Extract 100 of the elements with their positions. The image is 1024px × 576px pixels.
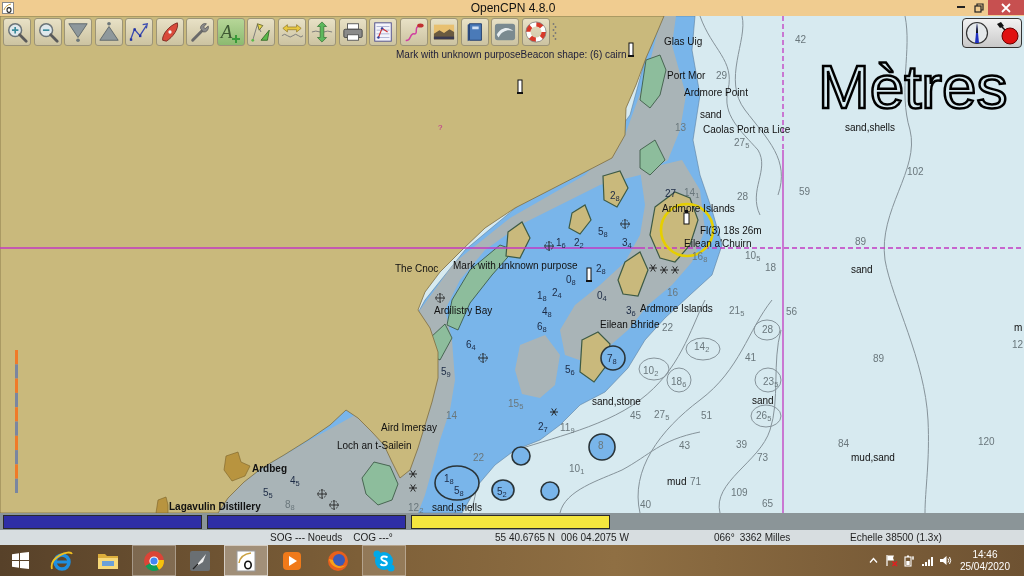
units-label: Mètres <box>818 56 1008 118</box>
depth-sounding: 0$_{4}$ <box>597 290 607 301</box>
obstruction-icon <box>316 488 328 500</box>
depth-sounding: 16 <box>667 287 679 298</box>
depth-sounding: 109 <box>731 487 748 498</box>
depth-sounding: 28 <box>762 324 774 335</box>
depth-sounding: 40 <box>640 499 652 510</box>
depth-sounding: 41 <box>745 352 757 363</box>
depth-sounding: 22 <box>473 452 485 463</box>
distance-readout: 3362 Milles <box>739 531 791 545</box>
island <box>568 204 592 235</box>
depth-sounding: 29 <box>716 70 728 81</box>
scale-out-button[interactable] <box>94 18 123 46</box>
print-button[interactable] <box>338 18 367 46</box>
sog-readout: SOG --- Noeuds <box>270 531 343 545</box>
built-up-area <box>155 496 169 513</box>
seabed-label: sand <box>700 109 722 120</box>
depth-sounding: 59 <box>799 186 811 197</box>
quill-icon <box>188 548 212 573</box>
taskbar-button[interactable] <box>362 545 406 576</box>
printer-icon <box>341 21 364 43</box>
lifebuoy-icon <box>524 21 547 43</box>
depth-sounding: 2$_{8}$ <box>596 263 606 274</box>
track-button[interactable] <box>399 18 428 46</box>
place-name: Ardilistry Bay <box>434 305 493 316</box>
depth-sounding: 16$_{8}$ <box>692 251 708 262</box>
obstruction-icon <box>619 218 631 230</box>
rollover-text: Mark with unknown purposeBeacon shape: (6) cairn <box>396 49 627 60</box>
help-button[interactable] <box>460 18 489 46</box>
shoal-area <box>600 345 626 371</box>
plus-icon <box>232 35 241 43</box>
down-triangle-icon <box>67 21 89 43</box>
depth-sounding: 5$_{5}$ <box>263 487 273 498</box>
cog-readout: COG ---° <box>353 531 393 545</box>
obstruction-icon <box>328 499 340 511</box>
scale-in-button[interactable] <box>64 18 92 46</box>
ais-button[interactable] <box>247 18 275 46</box>
restore-icon <box>974 2 984 13</box>
settings-button[interactable] <box>186 18 214 46</box>
zoom-out-button[interactable] <box>33 18 62 46</box>
depth-sounding: 10$_{1}$ <box>569 463 585 474</box>
place-name: Aird Imersay <box>381 422 438 433</box>
route-button[interactable] <box>125 18 153 46</box>
chart-key[interactable] <box>411 515 610 529</box>
depth-sounding: 7$_{8}$ <box>607 353 617 364</box>
zoom-in-button[interactable] <box>3 18 31 46</box>
depth-sounding: 5$_{9}$ <box>441 366 451 377</box>
chart-logo-icon <box>234 548 258 573</box>
depth-sounding: 65 <box>762 498 774 509</box>
flag-alert-icon <box>884 554 898 567</box>
depth-sounding: 10$_{2}$ <box>643 365 659 376</box>
close-button[interactable] <box>988 0 1024 15</box>
depth-sounding: 5$_{6}$ <box>565 364 575 375</box>
depth-sounding: 15$_{5}$ <box>508 398 524 409</box>
text-toggle-button[interactable]: A <box>216 18 245 46</box>
route-manager-button[interactable] <box>369 18 397 46</box>
depth-sounding: 0$_{8}$ <box>566 274 576 285</box>
seabed-label: sand,shells <box>432 502 483 513</box>
app-logo-icon <box>2 2 14 14</box>
depth-sounding: 4$_{5}$ <box>290 475 300 486</box>
rock-icon <box>408 470 418 478</box>
seabed-label: sand,shells <box>845 122 896 133</box>
about-button[interactable] <box>491 18 519 46</box>
intertidal-area <box>361 461 399 506</box>
depth-sounding: 5$_{8}$ <box>454 485 464 496</box>
built-up-area <box>223 451 251 482</box>
notepad-icon <box>372 21 394 43</box>
beacon-icon <box>517 79 523 94</box>
bearing-readout: 066° <box>714 531 735 545</box>
depth-sounding: 89 <box>873 353 885 364</box>
place-name: Ardmore Islands <box>640 303 713 314</box>
battery-plug-icon <box>902 554 916 567</box>
depth-sounding: 14 <box>446 410 458 421</box>
taskbar-button[interactable] <box>132 545 176 576</box>
current-button[interactable] <box>308 18 336 46</box>
drying-area <box>515 335 560 398</box>
depth-sounding: 22 <box>662 322 674 333</box>
color-scheme-button[interactable] <box>430 18 458 46</box>
speaker-icon <box>938 554 952 567</box>
depth-sounding: 5$_{2}$ <box>497 486 507 497</box>
query-mark: ? <box>438 122 443 133</box>
own-ship-button[interactable] <box>155 18 184 46</box>
zoom-out-icon <box>36 21 59 43</box>
depth-sounding: 45 <box>630 410 642 421</box>
depth-sounding: 2$_{8}$ <box>610 190 620 201</box>
place-name: Mark with unknown purpose <box>453 260 578 271</box>
taskbar-button[interactable] <box>224 545 268 576</box>
depth-sounding: 1$_{8}$ <box>537 290 547 301</box>
place-name: Glas Uig <box>664 36 703 47</box>
depth-sounding: 18$_{6}$ <box>671 376 687 387</box>
shoal-area <box>588 433 616 461</box>
depth-sounding: 89 <box>855 236 867 247</box>
seabed-label: sand <box>851 264 873 275</box>
triangles-icon <box>250 21 272 43</box>
depth-sounding: 11$_{9}$ <box>560 422 575 433</box>
depth-sounding: 23$_{5}$ <box>763 376 779 387</box>
depth-sounding: 12$_{2}$ <box>408 502 424 513</box>
rock-icon <box>549 408 559 416</box>
mob-button[interactable] <box>521 18 550 46</box>
depth-sounding: 42 <box>795 34 807 45</box>
